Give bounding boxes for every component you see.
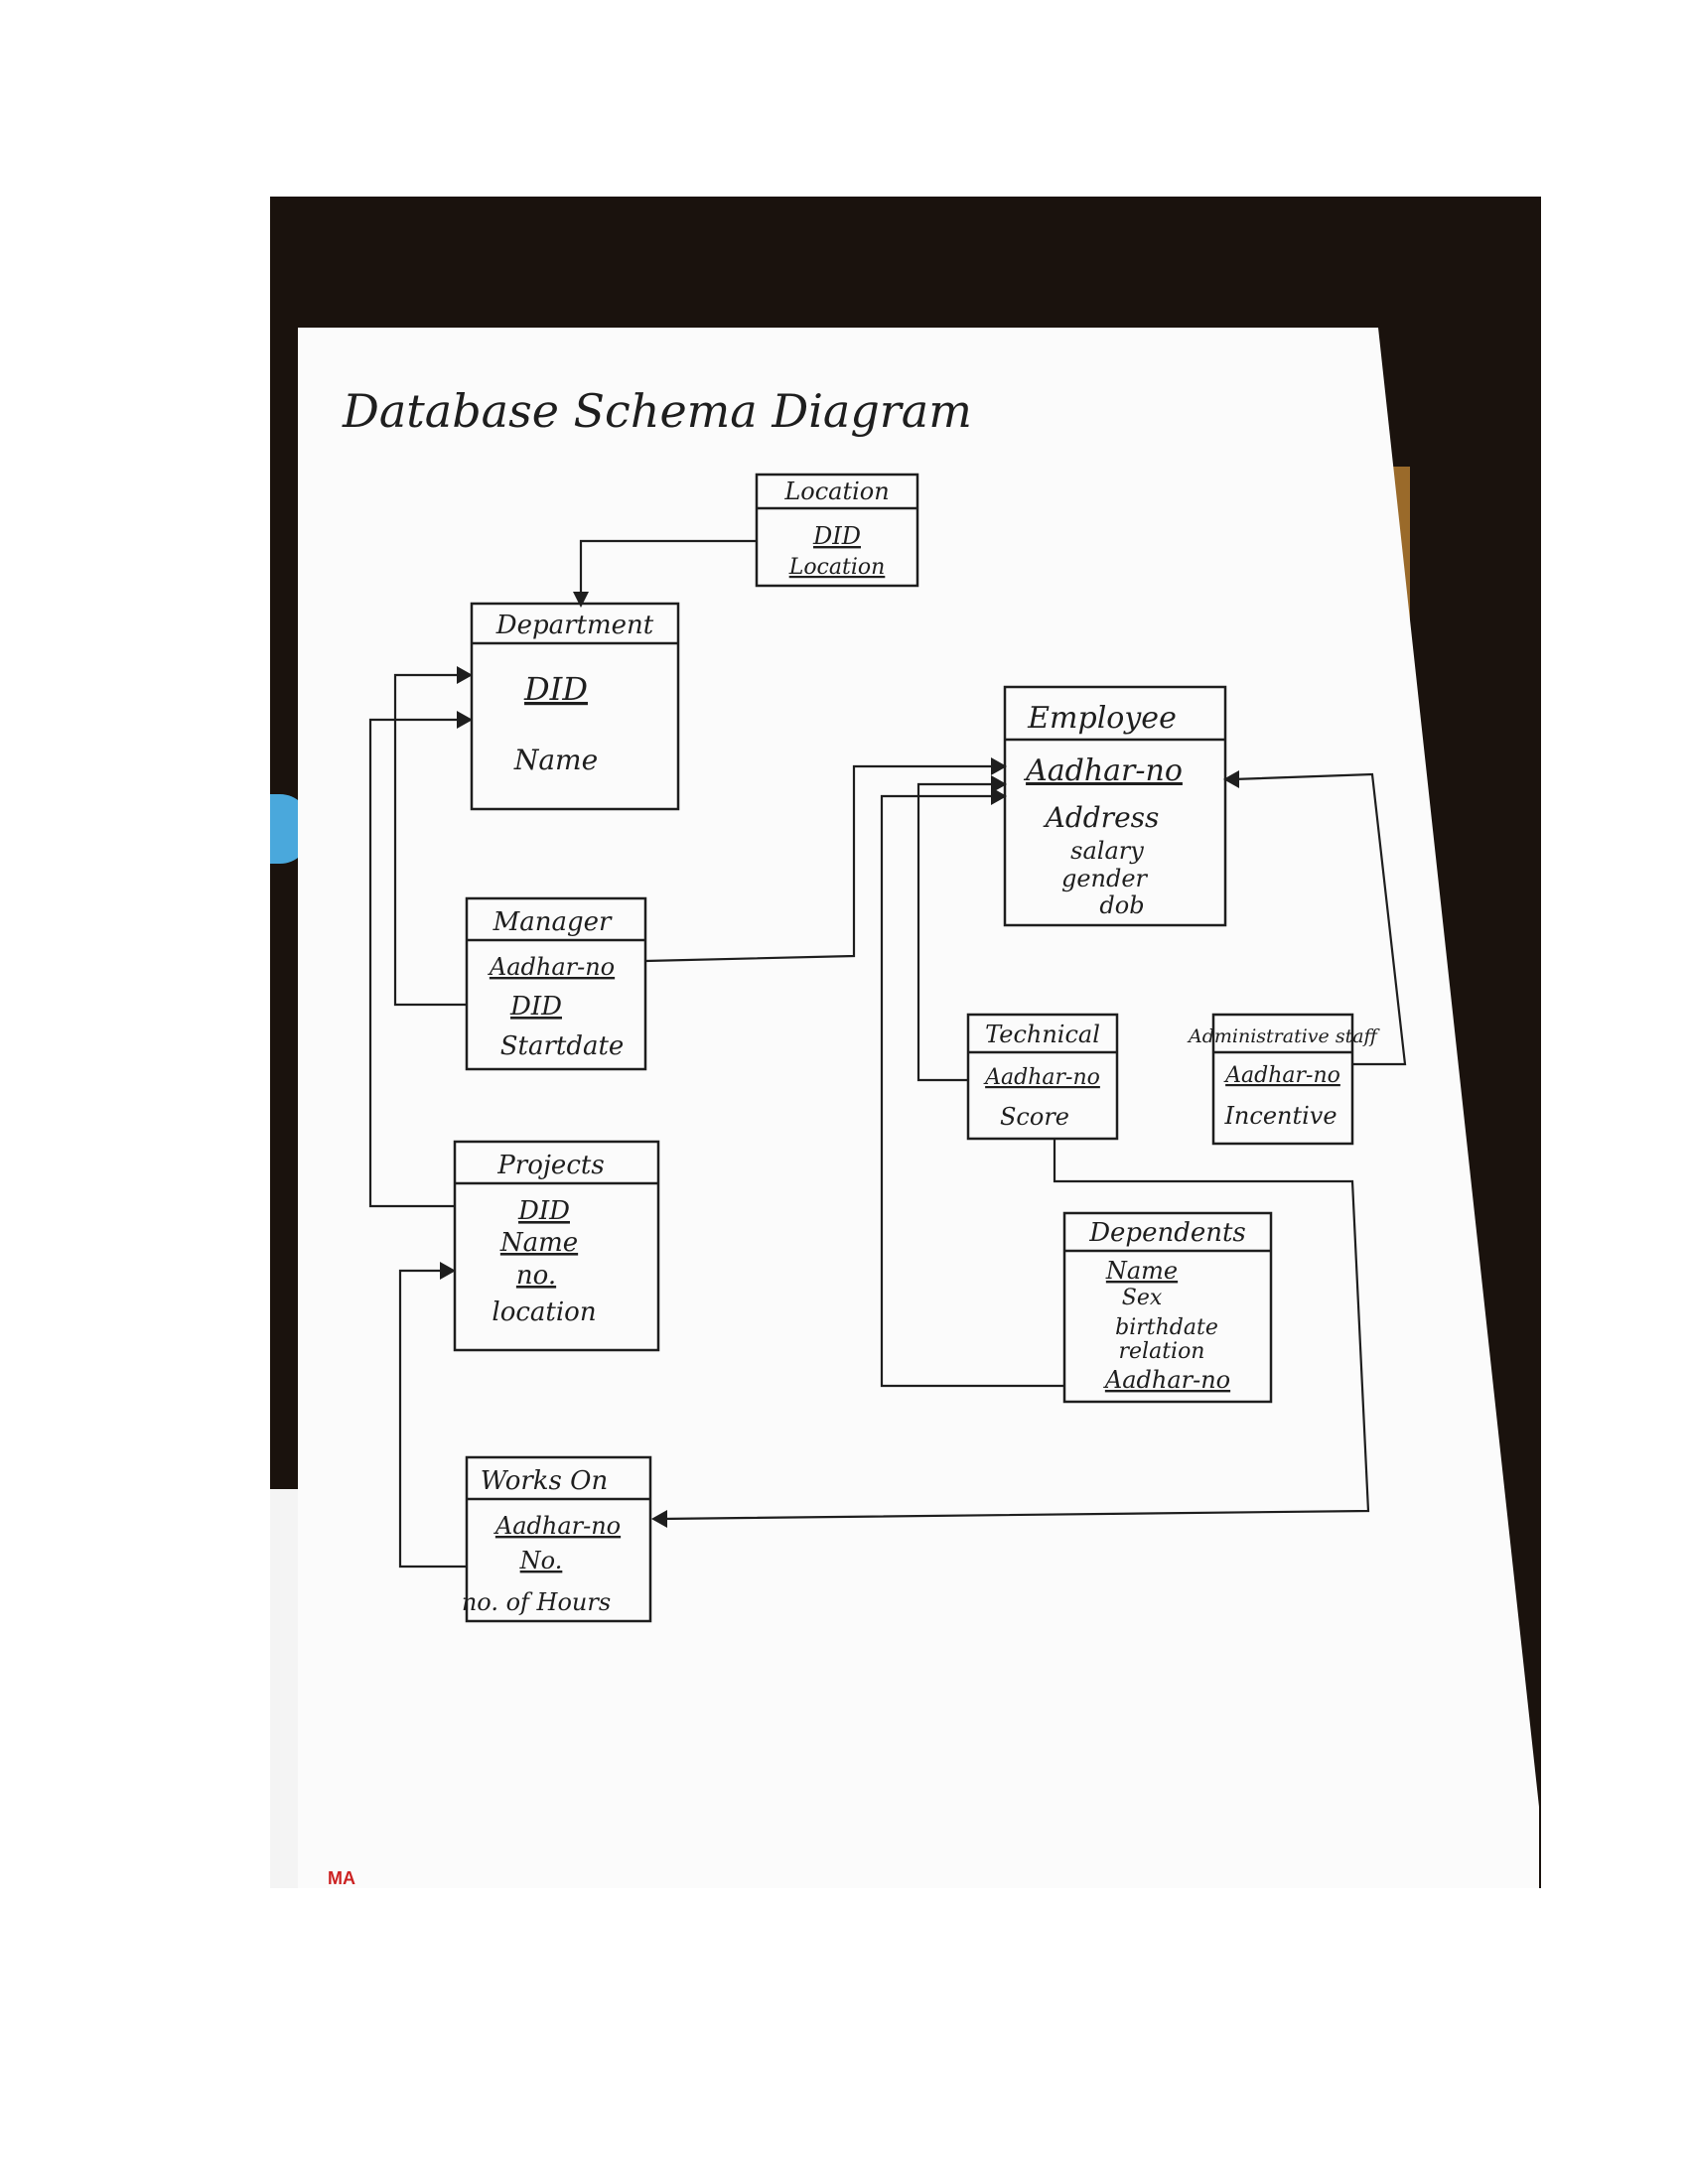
- link-dependents-employee: [880, 794, 1064, 1388]
- table-name: Technical: [985, 1021, 1100, 1048]
- table-works-on: Works On Aadhar-no No. no. of Hours: [462, 1455, 652, 1623]
- field-did: DID: [523, 670, 588, 708]
- table-name: Administrative staff: [1187, 1025, 1381, 1047]
- table-name: Works On: [481, 1466, 608, 1496]
- field-dob: dob: [1099, 891, 1144, 919]
- table-name: Manager: [492, 907, 613, 937]
- schema-diagram: Database Schema Diagram Location DID Loc…: [342, 384, 1407, 1623]
- table-name: Employee: [1027, 701, 1177, 736]
- field-did: DID: [812, 522, 861, 550]
- field-no: No.: [519, 1547, 563, 1574]
- field-location: location: [492, 1297, 596, 1327]
- table-employee: Employee Aadhar-no Address salary gender…: [1003, 685, 1227, 927]
- table-administrative-staff: Administrative staff Aadhar-no Incentive: [1187, 1013, 1381, 1146]
- field-relation: relation: [1119, 1339, 1205, 1364]
- table-name: Location: [783, 478, 889, 505]
- field-score: Score: [1000, 1103, 1069, 1131]
- arrow-head: [440, 1262, 456, 1280]
- table-projects: Projects DID Name no. location: [453, 1140, 660, 1352]
- arrow-head: [651, 1510, 667, 1528]
- field-no: no.: [516, 1261, 556, 1291]
- table-name: Department: [495, 611, 654, 640]
- field-aadhar-no: Aadhar-no: [493, 1512, 621, 1540]
- field-did: DID: [509, 992, 562, 1022]
- field-name: Name: [1105, 1257, 1178, 1285]
- field-sex: Sex: [1122, 1286, 1163, 1310]
- table-dependents: Dependents Name Sex birthdate relation A…: [1062, 1211, 1273, 1404]
- field-aadhar-no: Aadhar-no: [1103, 1366, 1230, 1394]
- field-incentive: Incentive: [1223, 1102, 1336, 1130]
- link-works-on-projects: [398, 1269, 467, 1569]
- arrow-head: [573, 592, 589, 608]
- arrow-head: [457, 711, 473, 729]
- field-name: Name: [499, 1228, 578, 1258]
- field-birthdate: birthdate: [1115, 1315, 1218, 1340]
- field-did: DID: [517, 1196, 570, 1226]
- link-projects-department: [368, 718, 462, 1208]
- table-name: Dependents: [1088, 1218, 1246, 1248]
- table-technical: Technical Aadhar-no Score: [966, 1013, 1119, 1141]
- field-aadhar-no: Aadhar-no: [1223, 1063, 1340, 1088]
- field-gender: gender: [1061, 865, 1149, 892]
- link-administrative-employee: [1232, 772, 1407, 1066]
- table-location: Location DID Location: [755, 473, 919, 588]
- table-manager: Manager Aadhar-no DID Startdate: [465, 896, 647, 1071]
- arrow-head: [457, 666, 473, 684]
- field-name: Name: [513, 744, 598, 776]
- field-aadhar-no: Aadhar-no: [983, 1065, 1100, 1090]
- field-startdate: Startdate: [500, 1031, 625, 1061]
- field-aadhar-no: Aadhar-no: [1023, 753, 1183, 788]
- link-technical-works-on: [659, 1139, 1370, 1521]
- table-department: Department DID Name: [470, 602, 680, 811]
- field-address: Address: [1043, 801, 1160, 834]
- diagram-title: Database Schema Diagram: [342, 384, 972, 438]
- field-location: Location: [788, 555, 886, 580]
- table-name: Projects: [496, 1151, 604, 1180]
- field-aadhar-no: Aadhar-no: [488, 953, 615, 981]
- link-location-department: [579, 539, 757, 598]
- link-manager-department: [393, 673, 467, 1007]
- field-salary: salary: [1070, 837, 1144, 865]
- field-no-of-hours: no. of Hours: [462, 1588, 611, 1616]
